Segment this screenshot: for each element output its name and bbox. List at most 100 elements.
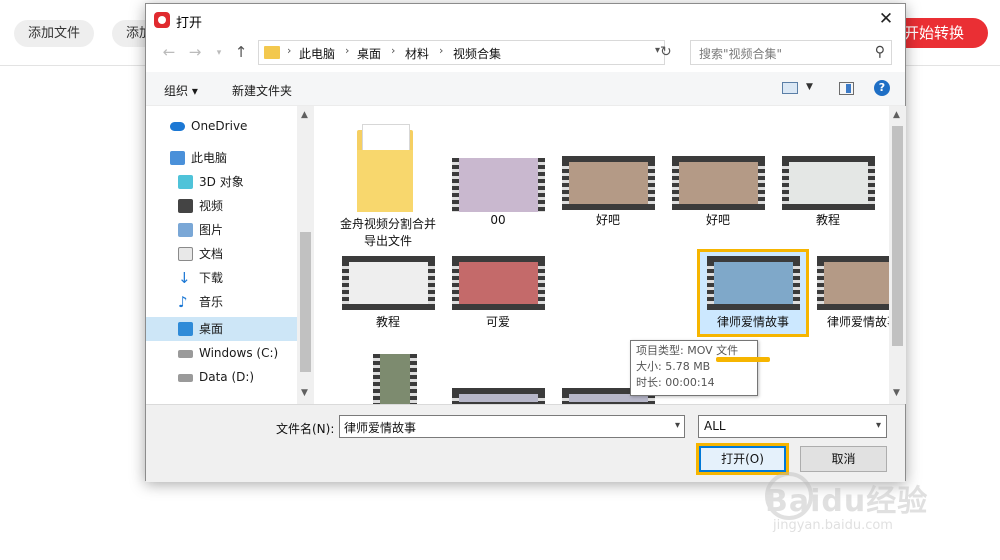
recent-dropdown-icon[interactable]: ▾ — [210, 48, 228, 58]
chevron-right-icon: › — [391, 44, 396, 57]
organize-button[interactable]: 组织 ▾ — [164, 82, 198, 99]
image-thumbnail — [452, 158, 545, 212]
nav-item-label: 桌面 — [199, 322, 224, 336]
list-item-folder[interactable]: 金舟视频分割合并导出文件 — [335, 112, 441, 248]
nav-item-drive-c[interactable]: Windows (C:) — [146, 341, 297, 365]
list-item-partial[interactable] — [335, 354, 441, 404]
file-label: 好吧 — [705, 213, 730, 227]
nav-item-desktop[interactable]: 桌面 — [146, 317, 297, 341]
picture-icon — [178, 223, 193, 237]
nav-item-3d-objects[interactable]: 3D 对象 — [146, 170, 297, 194]
forward-icon[interactable]: → — [186, 43, 204, 61]
nav-item-label: Windows (C:) — [199, 346, 279, 360]
scroll-thumb[interactable] — [892, 126, 903, 346]
scroll-down-icon[interactable]: ▼ — [301, 388, 308, 398]
cancel-button[interactable]: 取消 — [800, 446, 887, 472]
new-folder-button[interactable]: 新建文件夹 — [232, 82, 292, 99]
list-item-video-selected[interactable]: 律师爱情故事 — [697, 249, 809, 337]
add-file-button[interactable]: 添加文件 — [14, 20, 95, 47]
cube-icon — [178, 175, 193, 189]
file-label: 好吧 — [595, 213, 620, 227]
video-thumbnail — [562, 156, 655, 210]
nav-item-drive-d[interactable]: Data (D:) — [146, 365, 297, 389]
download-icon: ↓ — [178, 269, 191, 287]
breadcrumb-materials[interactable]: 材料 — [405, 45, 429, 62]
dialog-title: 打开 — [176, 16, 203, 31]
nav-item-label: 图片 — [199, 223, 224, 237]
folder-icon — [264, 46, 280, 59]
list-item-video[interactable]: 教程 — [775, 152, 881, 232]
app-logo-icon — [154, 12, 170, 28]
filetype-value: ALL — [704, 419, 726, 433]
list-item-partial[interactable] — [445, 388, 551, 404]
music-icon: ♪ — [178, 293, 188, 311]
nav-item-label: 下载 — [199, 271, 224, 285]
nav-item-this-pc[interactable]: 此电脑 — [146, 146, 297, 170]
scroll-thumb[interactable] — [300, 232, 311, 372]
highlight-underline — [716, 357, 770, 362]
filename-value: 律师爱情故事 — [344, 421, 417, 435]
file-list-pane: 金舟视频分割合并导出文件 00 好吧 好吧 教程 教程 可爱 律师爱情故事 律师… — [315, 106, 905, 404]
video-thumbnail — [452, 256, 545, 310]
open-file-dialog: 打开 ✕ ← → ▾ ↑ › 此电脑 › 桌面 › 材料 › 视频合集 ▾ ↻ … — [145, 3, 906, 482]
nav-item-label: Data (D:) — [199, 370, 255, 384]
cloud-icon — [170, 122, 185, 131]
nav-item-videos[interactable]: 视频 — [146, 194, 297, 218]
search-input[interactable]: 搜索"视频合集" ⚲ — [690, 40, 892, 65]
nav-item-music[interactable]: ♪ 音乐 — [146, 290, 297, 314]
nav-item-label: 音乐 — [199, 295, 224, 309]
chevron-down-icon[interactable]: ▾ — [675, 420, 680, 431]
scroll-up-icon[interactable]: ▲ — [301, 110, 308, 120]
list-item-video[interactable]: 好吧 — [555, 152, 661, 232]
open-button[interactable]: 打开(O) — [696, 443, 789, 475]
back-icon[interactable]: ← — [160, 43, 178, 61]
chevron-right-icon: › — [345, 44, 350, 57]
file-info-tooltip: 项目类型: MOV 文件 大小: 5.78 MB 时长: 00:00:14 — [630, 340, 758, 396]
breadcrumb-video-collection[interactable]: 视频合集 — [453, 45, 501, 62]
scroll-up-icon[interactable]: ▲ — [893, 110, 900, 120]
command-bar: 组织 ▾ 新建文件夹 ▼ ? — [146, 72, 905, 106]
file-label: 教程 — [375, 315, 400, 329]
filetype-select[interactable]: ALL ▾ — [698, 415, 887, 438]
video-thumbnail — [342, 256, 435, 310]
up-icon[interactable]: ↑ — [232, 43, 250, 61]
search-placeholder: 搜索"视频合集" — [699, 47, 783, 61]
refresh-icon[interactable]: ↻ — [660, 44, 672, 60]
video-icon — [178, 199, 193, 213]
breadcrumb-desktop[interactable]: 桌面 — [357, 45, 381, 62]
view-dropdown-icon[interactable]: ▼ — [806, 82, 813, 92]
file-scrollbar[interactable]: ▲ ▼ — [889, 106, 906, 404]
computer-icon — [170, 151, 185, 165]
chevron-down-icon[interactable]: ▾ — [876, 420, 881, 431]
list-item-video[interactable]: 可爱 — [445, 252, 551, 338]
nav-item-onedrive[interactable]: OneDrive — [146, 114, 297, 138]
tooltip-duration: 时长: 00:00:14 — [636, 376, 715, 389]
address-bar[interactable]: › 此电脑 › 桌面 › 材料 › 视频合集 ▾ — [258, 40, 665, 65]
view-mode-icon[interactable] — [782, 82, 798, 94]
nav-item-documents[interactable]: 文档 — [146, 242, 297, 266]
drive-icon — [178, 374, 193, 382]
filename-label: 文件名(N): — [276, 422, 335, 436]
preview-pane-icon[interactable] — [839, 82, 854, 95]
nav-item-label: 3D 对象 — [199, 175, 244, 189]
list-item-video[interactable]: 好吧 — [665, 152, 771, 232]
close-icon[interactable]: ✕ — [877, 9, 895, 29]
video-thumbnail — [782, 156, 875, 210]
watermark-url: jingyan.baidu.com — [773, 518, 893, 533]
nav-item-label: 视频 — [199, 199, 224, 213]
list-item-video[interactable]: 教程 — [335, 252, 441, 338]
video-thumbnail — [452, 388, 545, 404]
help-icon[interactable]: ? — [874, 80, 890, 96]
nav-scrollbar[interactable]: ▲ ▼ — [297, 106, 314, 404]
nav-item-label: 此电脑 — [191, 151, 228, 165]
breadcrumb-this-pc[interactable]: 此电脑 — [299, 45, 335, 62]
nav-item-pictures[interactable]: 图片 — [146, 218, 297, 242]
filename-input[interactable]: 律师爱情故事 ▾ — [339, 415, 685, 438]
video-thumbnail — [672, 156, 765, 210]
chevron-right-icon: › — [287, 44, 292, 57]
list-item-image[interactable]: 00 — [445, 152, 551, 232]
scroll-down-icon[interactable]: ▼ — [893, 388, 900, 398]
document-icon — [178, 247, 193, 261]
search-icon: ⚲ — [874, 44, 885, 60]
nav-item-downloads[interactable]: ↓ 下载 — [146, 266, 297, 290]
